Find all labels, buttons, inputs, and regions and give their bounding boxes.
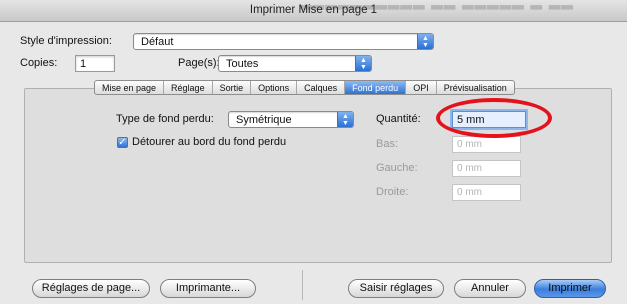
- popup-arrows-icon: ▲ ▼: [337, 112, 353, 127]
- left-field[interactable]: 0 mm: [452, 160, 521, 177]
- copies-label: Copies:: [20, 57, 58, 69]
- capture-settings-button[interactable]: Saisir réglages: [348, 279, 444, 298]
- clip-bleed-checkbox[interactable]: ✓: [117, 137, 128, 148]
- print-button[interactable]: Imprimer: [534, 279, 606, 298]
- bottom-value: 0 mm: [457, 139, 482, 150]
- pages-popup[interactable]: Toutes ▲ ▼: [218, 55, 372, 72]
- bleed-type-popup[interactable]: Symétrique ▲ ▼: [228, 111, 354, 128]
- right-label: Droite:: [376, 186, 409, 198]
- red-highlight-ellipse: [436, 98, 552, 138]
- tab-previsualisation[interactable]: Prévisualisation: [437, 81, 514, 94]
- bottom-label: Bas:: [376, 138, 399, 150]
- bottom-field[interactable]: 0 mm: [452, 136, 521, 153]
- button-separator: [302, 270, 303, 300]
- print-dialog: ▂▂▂▂▂▂▂▂▂▂ ▂▂ ▂▂▂▂▂ ▂ ▂▂ Imprimer Mise e…: [0, 0, 627, 304]
- bleed-type-value: Symétrique: [236, 114, 292, 126]
- copies-value: 1: [80, 58, 87, 70]
- cancel-button[interactable]: Annuler: [454, 279, 526, 298]
- tab-options[interactable]: Options: [251, 81, 298, 94]
- tab-mise-en-page[interactable]: Mise en page: [95, 81, 165, 94]
- popup-arrows-icon: ▲ ▼: [355, 56, 371, 71]
- tab-reglage[interactable]: Réglage: [164, 81, 213, 94]
- pages-label: Page(s):: [178, 57, 220, 69]
- window-title: Imprimer Mise en page 1: [249, 4, 378, 16]
- style-impression-value: Défaut: [141, 36, 174, 48]
- amount-label: Quantité:: [376, 113, 421, 125]
- tab-sortie[interactable]: Sortie: [213, 81, 252, 94]
- copies-field[interactable]: 1: [75, 55, 115, 72]
- page-setup-button[interactable]: Réglages de page...: [32, 279, 150, 298]
- right-value: 0 mm: [457, 187, 482, 198]
- title-bar: ▂▂▂▂▂▂▂▂▂▂ ▂▂ ▂▂▂▂▂ ▂ ▂▂ Imprimer Mise e…: [0, 0, 627, 22]
- tab-fond-perdu[interactable]: Fond perdu: [345, 81, 407, 94]
- pages-value: Toutes: [226, 58, 259, 70]
- popup-arrows-icon: ▲ ▼: [417, 34, 433, 49]
- style-impression-label: Style d'impression:: [20, 35, 112, 47]
- style-impression-popup[interactable]: Défaut ▲ ▼: [133, 33, 434, 50]
- left-label: Gauche:: [376, 162, 418, 174]
- right-field[interactable]: 0 mm: [452, 184, 521, 201]
- left-value: 0 mm: [457, 163, 482, 174]
- bleed-type-label: Type de fond perdu:: [116, 113, 214, 125]
- printer-button[interactable]: Imprimante...: [160, 279, 256, 298]
- tab-bar: Mise en page Réglage Sortie Options Calq…: [94, 80, 515, 95]
- tab-calques[interactable]: Calques: [297, 81, 346, 94]
- clip-bleed-label: Détourer au bord du fond perdu: [132, 136, 287, 148]
- tab-opi[interactable]: OPI: [406, 81, 437, 94]
